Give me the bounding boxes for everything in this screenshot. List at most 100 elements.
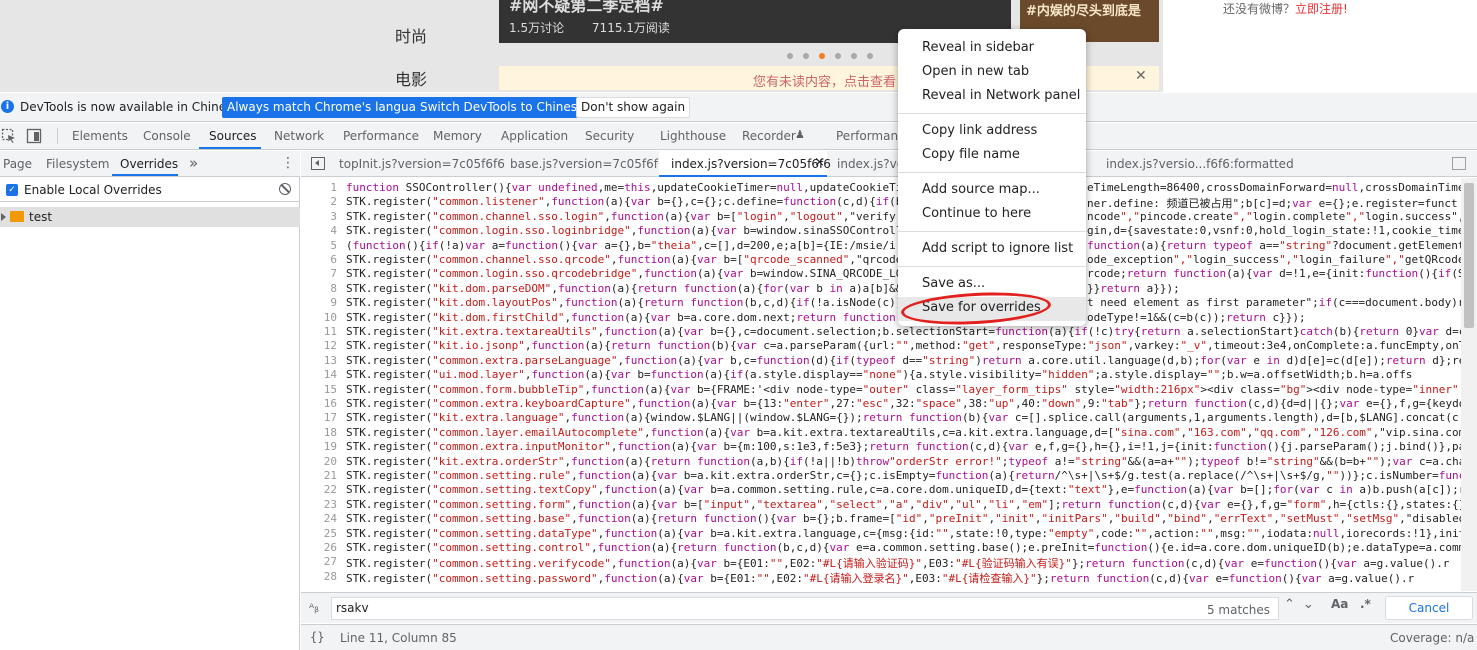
match-case-button[interactable]: Aa (1331, 597, 1348, 611)
menu-copy-file-name[interactable]: Copy file name (922, 147, 1020, 162)
toggle-debugger-icon[interactable] (1452, 157, 1466, 170)
code-line[interactable]: STK.register("common.setting.control",fu… (346, 541, 1461, 554)
category-movie[interactable]: 电影 (395, 66, 427, 90)
line-number[interactable]: 15 (301, 383, 337, 396)
line-number[interactable]: 16 (301, 397, 337, 410)
line-number[interactable]: 2 (301, 195, 337, 208)
previous-match-icon[interactable]: ⌃ (1284, 597, 1295, 612)
tab-memory[interactable]: Memory (433, 129, 482, 143)
code-line[interactable]: STK.register("common.extra.parseLanguage… (346, 354, 1461, 367)
line-number[interactable]: 19 (301, 440, 337, 453)
code-line[interactable]: STK.register("common.setting.dataType",f… (346, 527, 1461, 540)
search-input[interactable] (336, 601, 1196, 615)
editor-tab-index-formatted[interactable]: index.js?versio...f6f6:formatted (1106, 157, 1294, 171)
menu-reveal-in-sidebar[interactable]: Reveal in sidebar (922, 40, 1034, 55)
tab-lighthouse[interactable]: Lighthouse (660, 129, 726, 143)
code-editor[interactable]: 1 2 3 4 5 6 7 8 9 10 11 12 13 14 15 16 17 18 19 20 21 22 23 24 2… (301, 178, 1461, 591)
inspect-element-icon[interactable] (1, 128, 17, 144)
tab-sources[interactable]: Sources (209, 129, 256, 143)
expand-arrow-icon[interactable] (1, 213, 6, 221)
menu-add-to-ignore-list[interactable]: Add script to ignore list (922, 241, 1073, 256)
cancel-search-button[interactable]: Cancel (1385, 596, 1473, 620)
nav-tab-overrides[interactable]: Overrides (120, 157, 178, 171)
code-line[interactable]: STK.register("common.setting.password",f… (346, 570, 1414, 586)
line-number[interactable]: 14 (301, 368, 337, 381)
line-number[interactable]: 22 (301, 483, 337, 496)
line-number[interactable]: 17 (301, 411, 337, 424)
code-line[interactable]: STK.register("common.login.sso.loginbrid… (346, 224, 902, 237)
code-line[interactable]: STK.register("kit.extra.textareaUtils",f… (346, 325, 1461, 338)
carousel-dots[interactable] (787, 48, 883, 62)
menu-reveal-in-network[interactable]: Reveal in Network panel (922, 88, 1080, 103)
line-number[interactable]: 28 (301, 570, 337, 583)
line-number[interactable]: 3 (301, 210, 337, 223)
code-line[interactable]: STK.register("kit.extra.orderStr",functi… (346, 455, 1461, 468)
category-fashion[interactable]: 时尚 (395, 23, 427, 47)
tab-application[interactable]: Application (501, 129, 568, 143)
editor-tab-topinit[interactable]: topInit.js?version=7c05f6f6 (339, 157, 505, 171)
editor-tab-base[interactable]: base.js?version=7c05f6f6 (510, 157, 666, 171)
tab-recorder[interactable]: Recorder (742, 129, 796, 143)
more-options-icon[interactable]: ⋮ (281, 155, 295, 171)
editor-tab-index-active[interactable]: index.js?version=7c05f6f6 × (659, 151, 831, 177)
line-number[interactable]: 24 (301, 512, 337, 525)
line-number[interactable]: 4 (301, 224, 337, 237)
code-line[interactable]: STK.register("common.channel.sso.login",… (346, 210, 896, 223)
code-line[interactable]: STK.register("common.extra.inputMonitor"… (346, 440, 1461, 453)
menu-save-as[interactable]: Save as... (922, 276, 985, 291)
code-line[interactable]: STK.register("kit.extra.language",functi… (346, 411, 1459, 424)
toggle-navigator-icon[interactable] (311, 157, 325, 170)
line-number[interactable]: 8 (301, 282, 337, 295)
code-line[interactable]: STK.register("kit.dom.layoutPos",functio… (346, 296, 902, 309)
code-line[interactable]: STK.register("common.form.bubbleTip",fun… (346, 383, 1459, 396)
line-number[interactable]: 1 (301, 181, 337, 194)
menu-continue-to-here[interactable]: Continue to here (922, 206, 1031, 221)
menu-open-in-new-tab[interactable]: Open in new tab (922, 64, 1029, 79)
editor-scrollbar[interactable] (1461, 178, 1477, 591)
tab-performance[interactable]: Performance (343, 129, 419, 143)
code-line[interactable]: STK.register("common.extra.keyboardCaptu… (346, 397, 1461, 410)
line-number[interactable]: 23 (301, 498, 337, 511)
code-line[interactable]: STK.register("kit.dom.firstChild",functi… (346, 311, 902, 324)
menu-copy-link-address[interactable]: Copy link address (922, 123, 1037, 138)
code-line[interactable]: STK.register("common.channel.sso.qrcode"… (346, 253, 902, 266)
pretty-print-icon[interactable]: {} (310, 630, 324, 644)
line-number[interactable]: 6 (301, 253, 337, 266)
code-line[interactable]: STK.register("common.listener",function(… (346, 195, 902, 208)
line-number[interactable]: 25 (301, 527, 337, 540)
line-number[interactable]: 11 (301, 325, 337, 338)
code-line[interactable]: STK.register("kit.dom.parseDOM",function… (346, 282, 902, 295)
code-line[interactable]: STK.register("common.setting.form",funct… (346, 498, 1461, 511)
line-number[interactable]: 18 (301, 426, 337, 439)
line-number[interactable]: 10 (301, 311, 337, 324)
code-line[interactable]: STK.register("ui.mod.layer",function(a){… (346, 368, 1412, 381)
code-line[interactable]: STK.register("common.setting.rule",funct… (346, 469, 1461, 482)
menu-add-source-map[interactable]: Add source map... (922, 182, 1040, 197)
line-number[interactable]: 12 (301, 339, 337, 352)
code-line[interactable]: STK.register("common.login.sso.qrcodebri… (346, 267, 902, 280)
regex-button[interactable]: .* (1360, 597, 1371, 611)
line-number[interactable]: 9 (301, 296, 337, 309)
code-line[interactable]: STK.register("kit.io.jsonp",function(a){… (346, 339, 1461, 352)
unread-notice-text[interactable]: 您有未读内容，点击查看 (753, 71, 896, 90)
nav-tab-page[interactable]: Page (3, 157, 32, 171)
code-line[interactable]: function SSOController(){var undefined,m… (346, 181, 902, 194)
line-number[interactable]: 20 (301, 455, 337, 468)
always-match-language-button[interactable]: Always match Chrome's language (222, 97, 436, 118)
search-box[interactable]: 5 matches (331, 597, 1279, 620)
clear-overrides-icon[interactable] (279, 183, 291, 195)
tab-security[interactable]: Security (585, 129, 634, 143)
code-line[interactable]: (function(){if(!a)var a=function(){var a… (346, 239, 896, 252)
tab-console[interactable]: Console (143, 129, 191, 143)
code-line[interactable]: STK.register("common.layer.emailAutocomp… (346, 426, 1461, 439)
dont-show-again-button[interactable]: Don't show again (576, 97, 691, 118)
tab-elements[interactable]: Elements (72, 129, 128, 143)
tree-item-test[interactable]: test (0, 207, 300, 227)
switch-to-chinese-button[interactable]: Switch DevTools to Chinese (415, 97, 590, 118)
device-toolbar-icon[interactable] (26, 128, 42, 144)
close-icon[interactable]: ✕ (1135, 68, 1147, 84)
replace-toggle-icon[interactable]: ᴬᵦ (309, 601, 319, 615)
line-number[interactable]: 13 (301, 354, 337, 367)
nav-tab-filesystem[interactable]: Filesystem (46, 157, 109, 171)
line-number[interactable]: 5 (301, 239, 337, 252)
